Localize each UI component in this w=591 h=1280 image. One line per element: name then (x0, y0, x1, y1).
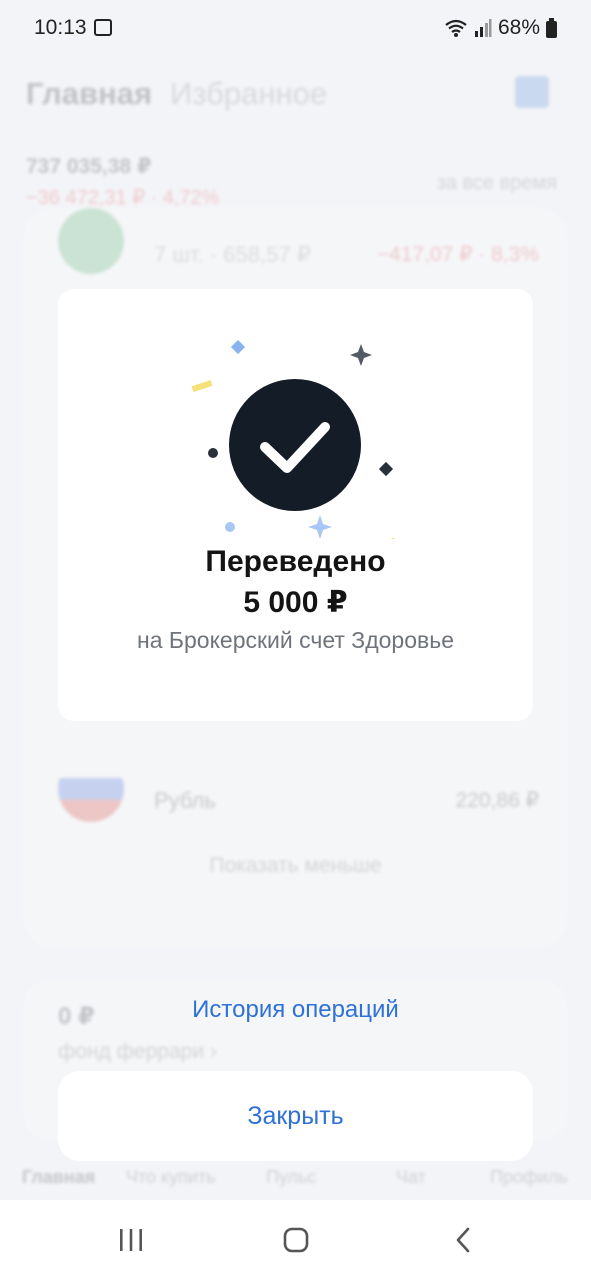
confetti-diamond-dark-icon (378, 461, 394, 477)
system-navigation-bar (0, 1200, 591, 1280)
wifi-icon (445, 19, 467, 37)
checkmark-circle (229, 379, 361, 511)
battery-icon (546, 18, 557, 38)
confetti-stripe-icon (191, 380, 213, 392)
close-button[interactable]: Закрыть (58, 1071, 533, 1161)
gift-icon (515, 76, 549, 108)
confetti-diamond-icon (230, 339, 246, 355)
back-icon[interactable] (450, 1226, 478, 1254)
show-less-link: Показать меньше (209, 854, 382, 877)
confetti-stripe-icon-2 (375, 537, 397, 539)
destination-account: на Брокерский счет Здоровье (137, 627, 454, 653)
tab-main: Главная (26, 76, 153, 111)
home-icon[interactable] (282, 1226, 310, 1254)
battery-percent: 68% (497, 16, 540, 39)
gallery-notification-icon (94, 19, 112, 36)
success-dialog: Переведено 5 000 ₽ на Брокерский счет Зд… (58, 289, 533, 721)
period-selector: за все время (436, 172, 557, 194)
portfolio-balance: 737 035,38 ₽ (26, 155, 152, 178)
sparkle-blue-icon (308, 515, 332, 539)
signal-icon (474, 19, 492, 37)
holding-row: 7 шт. · 658,57 ₽ −417,07 ₽ · 8,3% (24, 208, 567, 278)
asset-logo (58, 208, 124, 274)
holding-row-rub: Рубль 220,86 ₽ (24, 756, 567, 828)
portfolio-change: −36 472,31 ₽ · 4,72% (26, 187, 220, 209)
sparkle-icon (350, 344, 372, 366)
fund-name: фонд феррари › (58, 1040, 217, 1063)
operations-history-link[interactable]: История операций (0, 996, 591, 1024)
status-time: 10:13 (34, 16, 87, 39)
transfer-amount: 5 000 ₽ (243, 586, 348, 619)
success-illustration (191, 339, 397, 539)
success-title: Переведено (205, 545, 386, 578)
russia-flag-icon (58, 756, 124, 822)
status-indicators: 68% (444, 16, 557, 40)
tab-favorites: Избранное (170, 76, 328, 111)
confetti-dot-blue-icon (225, 522, 235, 532)
status-bar: 10:13 68% (0, 0, 591, 58)
recent-apps-icon[interactable] (117, 1226, 145, 1254)
confetti-dot-icon (208, 448, 218, 458)
